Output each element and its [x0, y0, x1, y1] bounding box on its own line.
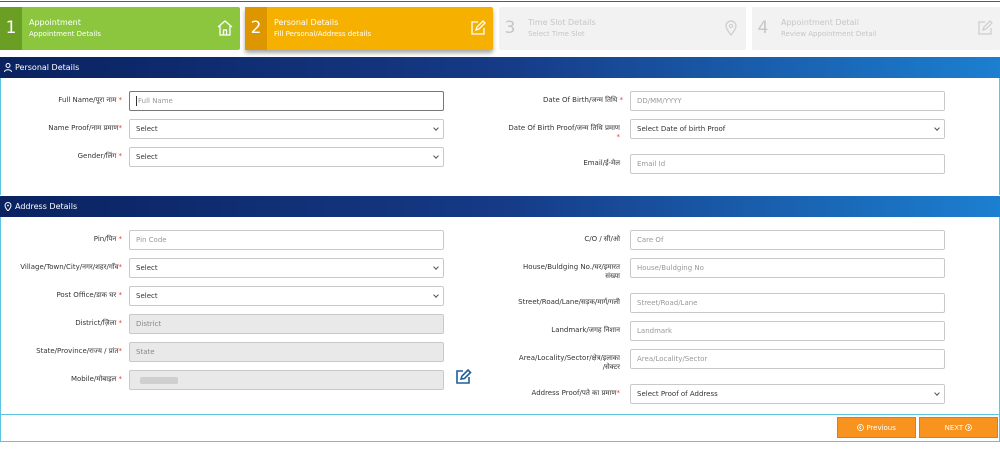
name-proof-label: Name Proof/नाम प्रमाण* [48, 124, 122, 132]
step-personal-details[interactable]: 2 Personal Details Fill Personal/Address… [245, 7, 493, 50]
address-proof-label: Address Proof/पते का प्रमाण* [531, 389, 620, 397]
dob-proof-label: Date Of Birth Proof/जन्म तिथि प्रमाण * [508, 124, 620, 141]
next-button[interactable]: NEXT [919, 417, 998, 438]
village-select[interactable]: Select [129, 258, 444, 278]
address-proof-select[interactable]: Select Proof of Address [630, 384, 945, 404]
area-label: Area/Locality/Sector/क्षेत्र/इलाका/सेक्ट… [518, 354, 620, 371]
post-office-label: Post Office/डाक घर * [56, 291, 122, 299]
street-input[interactable]: Street/Road/Lane [630, 293, 945, 313]
house-label: House/Buldging No./घर/इमारत संख्या [522, 263, 620, 280]
email-input[interactable]: Email Id [630, 154, 945, 174]
dob-proof-select[interactable]: Select Date of birth Proof [630, 119, 945, 139]
full-name-label: Full Name/पूरा नाम * [58, 96, 122, 104]
step-number: 4 [757, 18, 769, 38]
previous-label: Previous [866, 424, 896, 432]
step-number: 1 [0, 7, 22, 50]
step-subtitle: Fill Personal/Address details [274, 30, 372, 38]
village-label: Village/Town/City/नगर/शहर/गाँव* [20, 263, 122, 271]
next-label: NEXT [944, 424, 964, 432]
location-pin-icon [725, 20, 737, 36]
mobile-label: Mobile/मोबाइल * [70, 375, 122, 383]
gender-label: Gender/लिंग * [77, 152, 122, 160]
area-input[interactable]: Area/Locality/Sector [630, 349, 945, 369]
step-title: Personal Details [274, 18, 339, 27]
progress-steps: 1 Appointment Appointment Details 2 Pers… [0, 7, 1000, 50]
street-label: Street/Road/Lane/सड़क/मार्ग/गली [518, 298, 620, 306]
location-pin-icon [4, 202, 12, 211]
step-subtitle: Appointment Details [29, 30, 101, 38]
step-appointment[interactable]: 1 Appointment Appointment Details [0, 7, 240, 50]
address-details-header: Address Details [0, 196, 1000, 217]
step-title: Appointment [29, 18, 81, 27]
edit-icon [978, 20, 993, 35]
edit-icon [471, 20, 486, 35]
step-title: Appointment Detail [781, 18, 859, 27]
landmark-label: Landmark/जगह निशान [551, 326, 620, 334]
step-subtitle: Select Time Slot [528, 30, 585, 38]
arrow-left-circle-icon [857, 424, 864, 431]
post-office-select[interactable]: Select [129, 286, 444, 306]
section-title: Address Details [15, 202, 78, 211]
care-of-input[interactable]: Care Of [630, 230, 945, 250]
name-proof-select[interactable]: Select [129, 119, 444, 139]
step-title: Time Slot Details [528, 18, 596, 27]
section-title: Personal Details [15, 63, 80, 72]
email-label: Email/ई-मेल [583, 159, 620, 167]
dob-input[interactable]: DD/MM/YYYY [630, 91, 945, 111]
masked-mobile-value [140, 377, 178, 384]
pin-label: Pin/पिन * [93, 235, 122, 243]
step-number: 2 [245, 7, 267, 50]
care-of-label: C/O / सी/ओ [584, 235, 620, 243]
previous-button[interactable]: Previous [837, 417, 916, 438]
step-subtitle: Review Appointment Detail [781, 30, 877, 38]
step-number: 3 [504, 18, 516, 38]
home-icon [217, 20, 233, 36]
full-name-input[interactable]: Full Name [129, 91, 444, 111]
state-input: State [129, 342, 444, 362]
step-time-slot[interactable]: 3 Time Slot Details Select Time Slot [499, 7, 746, 50]
dob-label: Date Of Birth/जन्म तिथि * [543, 96, 623, 104]
landmark-input[interactable]: Landmark [630, 321, 945, 341]
user-icon [4, 63, 12, 72]
mobile-input [129, 370, 444, 390]
step-appointment-detail[interactable]: 4 Appointment Detail Review Appointment … [752, 7, 1000, 50]
district-input: District [129, 314, 444, 334]
top-border [0, 0, 1000, 2]
pin-input[interactable]: Pin Code [129, 230, 444, 250]
personal-details-header: Personal Details [0, 57, 1000, 78]
gender-select[interactable]: Select [129, 147, 444, 167]
arrow-right-circle-icon [965, 424, 973, 431]
state-label: State/Province/राज्य / प्रांत* [36, 347, 122, 355]
district-label: District/ज़िला * [75, 319, 122, 327]
house-input[interactable]: House/Buldging No [630, 258, 945, 278]
